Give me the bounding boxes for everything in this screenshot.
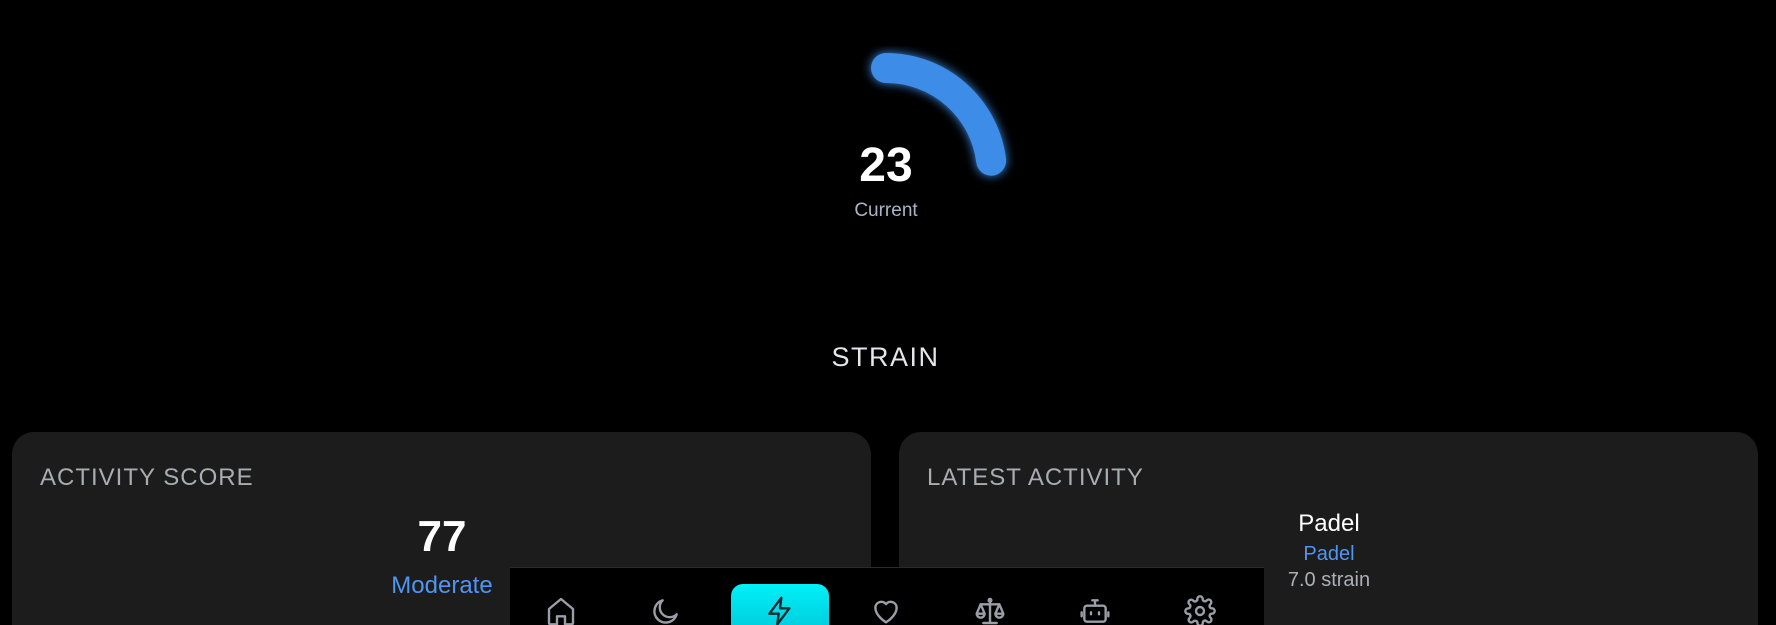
scale-icon — [975, 597, 1005, 625]
latest-activity-title: LATEST ACTIVITY — [927, 464, 1144, 491]
nav-item-assistant[interactable] — [1046, 584, 1144, 625]
nav-item-home[interactable] — [512, 584, 610, 625]
strain-current-value: 23 — [859, 139, 913, 192]
strain-gauge: 23 Current — [846, 46, 1022, 221]
lightning-icon — [768, 596, 791, 625]
section-title: STRAIN — [831, 342, 940, 372]
robot-icon — [1080, 599, 1110, 623]
nav-item-sleep[interactable] — [617, 584, 715, 625]
bottom-nav — [510, 567, 1264, 625]
nav-item-settings[interactable] — [1151, 584, 1249, 625]
moon-icon — [653, 599, 678, 624]
nav-item-weight[interactable] — [941, 584, 1039, 625]
activity-type: Padel — [1303, 543, 1355, 565]
home-icon — [547, 597, 575, 625]
nav-item-strain[interactable] — [731, 584, 829, 625]
activity-name: Padel — [1298, 510, 1360, 537]
activity-score-title: ACTIVITY SCORE — [40, 464, 254, 491]
heart-icon — [874, 600, 898, 624]
nav-item-health[interactable] — [837, 584, 935, 625]
strain-current-label: Current — [854, 200, 918, 221]
gear-icon — [1184, 595, 1216, 625]
activity-score-value: 77 — [417, 512, 467, 561]
strain-screen: 23 Current STRAIN ACTIVITY SCORE 77 Mode… — [0, 0, 1776, 625]
